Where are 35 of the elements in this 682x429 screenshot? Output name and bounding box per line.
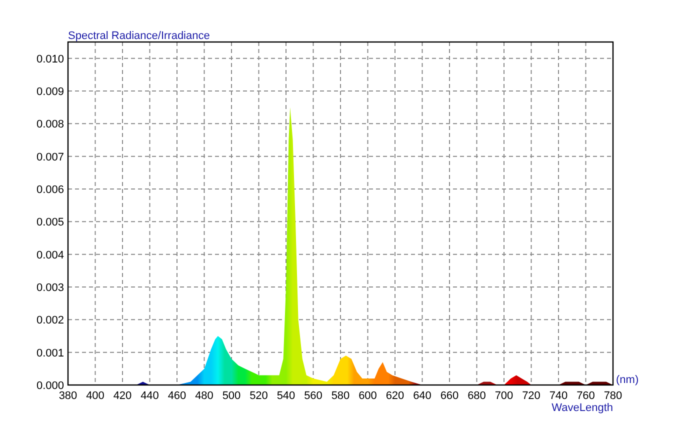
unit-label: (nm): [616, 374, 639, 386]
y-tick-label: 0.008: [36, 118, 64, 131]
x-tick-label: 780: [604, 390, 622, 402]
x-tick-label: 640: [413, 390, 432, 402]
y-tick-label: 0.002: [36, 314, 64, 327]
y-tick-label: 0.010: [36, 53, 64, 66]
x-tick-label: 560: [304, 390, 322, 402]
x-tick-label: 420: [113, 390, 132, 402]
x-tick-label: 620: [386, 390, 404, 402]
x-tick-label: 400: [86, 390, 104, 402]
chart-title: Spectral Radiance/Irradiance: [68, 30, 210, 42]
y-tick-label: 0.004: [36, 249, 64, 262]
x-tick-label: 660: [440, 390, 459, 402]
axis-title: WaveLength: [552, 402, 613, 414]
x-tick-label: 460: [168, 390, 186, 402]
x-tick-label: 440: [140, 390, 159, 402]
x-tick-label: 480: [195, 390, 214, 402]
x-tick-label: 720: [522, 390, 540, 402]
y-tick-label: 0.009: [36, 86, 64, 98]
x-tick-label: 580: [331, 390, 350, 402]
y-tick-label: 0.006: [36, 184, 64, 196]
x-tick-label: 700: [494, 390, 514, 402]
x-tick-label: 540: [276, 390, 296, 402]
x-tick-label: 600: [358, 390, 377, 402]
x-tick-label: 680: [468, 390, 486, 402]
x-tick-label: 520: [250, 390, 268, 402]
x-tick-label: 380: [58, 390, 78, 402]
y-tick-label: 0.005: [36, 216, 64, 229]
y-tick-label: 0.001: [36, 347, 64, 360]
y-tick-label: 0.000: [36, 380, 64, 392]
y-tick-label: 0.003: [36, 282, 64, 294]
x-tick-label: 500: [222, 390, 241, 402]
y-tick-label: 0.007: [36, 151, 64, 164]
x-tick-label: 760: [576, 390, 595, 402]
x-tick-label: 740: [549, 390, 568, 402]
